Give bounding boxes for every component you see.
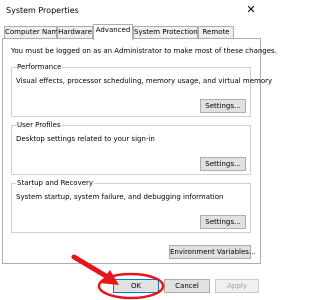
startup-recovery-title: Startup and Recovery: [16, 179, 95, 187]
admin-notice: You must be logged on as an Administrato…: [11, 47, 277, 55]
performance-description: Visual effects, processor scheduling, me…: [16, 77, 273, 85]
startup-recovery-settings-button[interactable]: Settings...: [200, 215, 246, 229]
apply-button[interactable]: Apply: [215, 279, 259, 293]
title-bar: System Properties ✕: [0, 0, 264, 22]
window-title: System Properties: [6, 6, 79, 15]
user-profiles-group: User Profiles Desktop settings related t…: [11, 121, 251, 175]
environment-variables-button[interactable]: Environment Variables...: [169, 245, 256, 259]
tab-computer-name[interactable]: Computer Name: [4, 26, 63, 38]
user-profiles-title: User Profiles: [16, 121, 62, 129]
tab-system-protection[interactable]: System Protection: [133, 26, 198, 38]
performance-title: Performance: [16, 63, 63, 71]
user-profiles-description: Desktop settings related to your sign-in: [16, 135, 155, 143]
ok-button[interactable]: OK: [113, 279, 159, 293]
performance-group: Performance Visual effects, processor sc…: [11, 63, 272, 117]
startup-recovery-group: Startup and Recovery System startup, sys…: [11, 179, 251, 233]
tab-advanced[interactable]: Advanced: [93, 24, 133, 40]
tab-remote[interactable]: Remote: [198, 26, 234, 38]
tab-hardware[interactable]: Hardware: [57, 26, 93, 38]
advanced-panel: You must be logged on as an Administrato…: [2, 38, 277, 264]
startup-recovery-description: System startup, system failure, and debu…: [16, 193, 224, 201]
performance-settings-button[interactable]: Settings...: [200, 99, 246, 113]
tab-bar: Computer Name Hardware Advanced System P…: [2, 24, 262, 40]
close-icon[interactable]: ✕: [244, 3, 258, 17]
user-profiles-settings-button[interactable]: Settings...: [200, 157, 246, 171]
cancel-button[interactable]: Cancel: [164, 279, 210, 293]
